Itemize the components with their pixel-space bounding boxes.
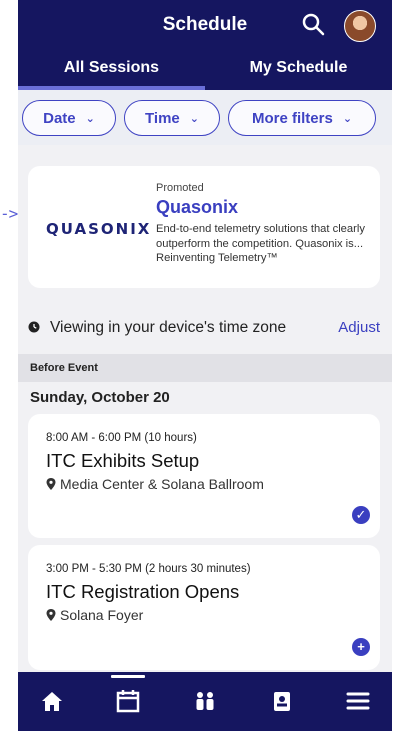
badge-icon[interactable] [267,686,297,716]
chevron-down-icon: ⌄ [189,112,199,125]
promoted-sponsor-card[interactable]: QUASONIX Promoted Quasonix End-to-end te… [28,166,380,288]
date-filter-label: Date [43,109,76,127]
section-header: Before Event [18,354,392,382]
menu-icon[interactable] [343,686,373,716]
location-pin-icon [46,609,56,621]
session-location: Media Center & Solana Ballroom [46,476,264,492]
sponsor-name: Quasonix [156,197,239,217]
app-header: Schedule All Sessions My Schedule [18,0,392,90]
filter-bar: Date ⌄ Time ⌄ More filters ⌄ [18,90,392,145]
add-session-plus-icon[interactable]: + [352,638,370,656]
sponsor-description: End-to-end telemetry solutions that clea… [156,223,365,264]
added-check-icon[interactable]: ✓ [352,506,370,524]
session-time: 8:00 AM - 6:00 PM (10 hours) [46,432,197,444]
session-location-text: Media Center & Solana Ballroom [60,476,264,492]
session-title: ITC Registration Opens [46,581,240,602]
app-screen: Schedule All Sessions My Schedule Date ⌄… [18,0,392,731]
day-heading: Sunday, October 20 [30,389,170,406]
session-tabs: All Sessions My Schedule [18,55,392,90]
location-pin-icon [46,478,56,490]
tab-all-sessions[interactable]: All Sessions [18,55,205,90]
calendar-icon[interactable] [113,686,143,716]
session-location-text: Solana Foyer [60,607,144,623]
tab-my-schedule[interactable]: My Schedule [205,55,392,90]
clock-icon [28,321,40,333]
sponsor-logo-text: QUASONIX [46,220,152,238]
time-filter-label: Time [145,109,180,127]
session-card[interactable]: 3:00 PM - 5:30 PM (2 hours 30 minutes) I… [28,545,380,670]
home-icon[interactable] [37,686,67,716]
session-location: Solana Foyer [46,607,143,623]
avatar[interactable] [344,10,376,42]
pointer-arrow-icon: -> [0,204,18,223]
chevron-down-icon: ⌄ [342,112,353,125]
date-filter-button[interactable]: Date ⌄ [22,100,116,136]
time-filter-button[interactable]: Time ⌄ [124,100,220,136]
session-time: 3:00 PM - 5:30 PM (2 hours 30 minutes) [46,563,251,575]
chevron-down-icon: ⌄ [85,112,95,125]
adjust-timezone-link[interactable]: Adjust [338,319,380,336]
page-title: Schedule [162,14,248,35]
search-icon[interactable] [300,11,326,37]
session-title: ITC Exhibits Setup [46,450,200,471]
session-card[interactable]: 8:00 AM - 6:00 PM (10 hours) ITC Exhibit… [28,414,380,538]
active-nav-indicator [111,675,145,678]
promoted-label: Promoted [156,182,204,194]
sponsor-logo: QUASONIX [46,220,151,238]
bottom-navigation [18,672,392,731]
people-icon[interactable] [190,686,220,716]
more-filters-button[interactable]: More filters ⌄ [228,100,376,136]
more-filters-label: More filters [251,109,333,127]
timezone-notice: Viewing in your device's time zone Adjus… [28,318,390,340]
timezone-text: Viewing in your device's time zone [50,319,287,336]
